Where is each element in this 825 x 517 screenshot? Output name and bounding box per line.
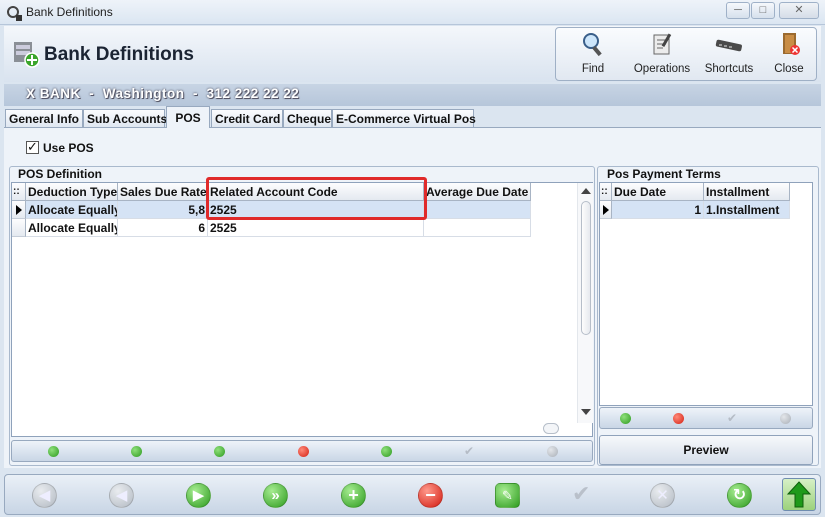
scroll-thumb[interactable] [581,201,591,335]
add-record-icon[interactable] [214,446,225,457]
previous-button[interactable]: ◀ [109,483,134,508]
tab-sub-accounts[interactable]: Sub Accounts [83,109,167,127]
scroll-down-icon[interactable] [581,409,591,415]
bank-info-text: X BANK - Washington - 312 222 22 22 [26,86,300,101]
table-cell[interactable]: 2525 [208,219,424,237]
table-cell[interactable]: 6 [118,219,208,237]
close-label: Close [774,63,804,75]
table-cell[interactable]: 5,8 [118,201,208,219]
horizontal-scroll-thumb[interactable] [543,423,559,434]
confirm-icon[interactable]: ✔ [464,445,474,457]
tab-pos[interactable]: POS [166,106,210,128]
close-button[interactable]: Close [762,28,816,80]
find-button[interactable]: Find [564,28,622,80]
next-record-icon[interactable] [131,446,142,457]
confirm-button[interactable]: ✔ [572,481,590,507]
first-record-icon[interactable] [48,446,59,457]
scroll-up-icon[interactable] [581,188,591,194]
delete-button[interactable]: − [418,483,443,508]
cancel-term-icon[interactable] [780,413,791,424]
operations-button[interactable]: Operations [628,28,696,80]
row-indicator[interactable] [12,219,26,237]
title-bar: Bank Definitions ─ □ ✕ [0,0,825,25]
table-cell[interactable]: Allocate Equally [26,201,118,219]
operations-icon [653,33,672,55]
refresh-button[interactable]: ↻ [727,483,752,508]
bank-info-bar: X BANK - Washington - 312 222 22 22 [4,84,821,106]
page-title: Bank Definitions [44,44,194,65]
magnifier-icon [583,33,602,57]
save-button[interactable] [782,478,816,511]
pos-grid-navigator: ✔ [11,440,593,462]
minimize-button[interactable]: ─ [726,2,750,19]
bank-icon [14,42,40,68]
tab-credit-card[interactable]: Credit Card [211,109,283,127]
refresh-record-icon[interactable] [381,446,392,457]
table-cell[interactable] [424,219,531,237]
column-header-due-date[interactable]: Due Date [612,183,704,201]
table-cell[interactable] [424,201,531,219]
bottom-toolbar: ◀ ◀ ▶ » + − ✎ ✔ ✕ ↻ [4,474,821,515]
current-row-icon [603,205,609,215]
check-mark-icon: ✓ [27,139,38,154]
tab-general-info[interactable]: General Info [5,109,83,127]
add-term-icon[interactable] [620,413,631,424]
find-label: Find [581,63,605,75]
add-button[interactable]: + [341,483,366,508]
vertical-scrollbar[interactable] [577,183,593,423]
tab-cheque[interactable]: Cheque [283,109,332,127]
row-indicator[interactable] [12,201,26,219]
highlight-box [206,177,427,220]
pos-definition-title: POS Definition [16,167,104,181]
column-header-sales-due-rate[interactable]: Sales Due Rate [118,183,208,201]
column-header-average-due-date[interactable]: Average Due Date [424,183,531,201]
grid-corner: :: [600,183,612,201]
delete-record-icon[interactable] [298,446,309,457]
app-icon [7,6,22,21]
tab-e-commerce-virtual-pos[interactable]: E-Commerce Virtual Pos [332,109,476,127]
edit-button[interactable]: ✎ [495,483,520,508]
preview-button[interactable]: Preview [599,435,813,465]
grid-corner: :: [12,183,26,201]
use-pos-label: Use POS [43,141,94,155]
pos-payment-terms-grid[interactable]: :: Due Date Installment 1 1.Installment [599,182,813,406]
toolbar: Find Operations Shortcuts Close [555,27,817,81]
green-up-arrow-icon [786,481,812,508]
confirm-term-icon[interactable]: ✔ [727,412,737,424]
last-button[interactable]: » [263,483,288,508]
current-row-icon [16,205,22,215]
use-pos-checkbox[interactable]: ✓ [26,139,39,154]
table-cell[interactable]: 1.Installment [704,201,790,219]
row-indicator[interactable] [600,201,612,219]
keyboard-icon [715,39,742,52]
shortcuts-button[interactable]: Shortcuts [700,28,758,80]
table-cell[interactable]: Allocate Equally [26,219,118,237]
pos-definition-grid[interactable]: :: Deduction Type Sales Due Rate Related… [11,182,593,437]
column-header-installment[interactable]: Installment [704,183,790,201]
terms-grid-navigator: ✔ [599,407,813,429]
maximize-button[interactable]: □ [751,2,775,19]
next-button[interactable]: ▶ [186,483,211,508]
cancel-button[interactable]: ✕ [650,483,675,508]
first-button[interactable]: ◀ [32,483,57,508]
window-close-button[interactable]: ✕ [779,2,819,19]
column-header-deduction-type[interactable]: Deduction Type [26,183,118,201]
pos-payment-terms-title: Pos Payment Terms [605,167,723,181]
delete-term-icon[interactable] [673,413,684,424]
window-title: Bank Definitions [26,5,113,19]
operations-label: Operations [633,63,691,75]
tab-strip-line [4,127,821,128]
door-exit-icon [783,33,800,55]
cancel-record-icon[interactable] [547,446,558,457]
shortcuts-label: Shortcuts [704,63,754,75]
table-cell[interactable]: 1 [612,201,704,219]
